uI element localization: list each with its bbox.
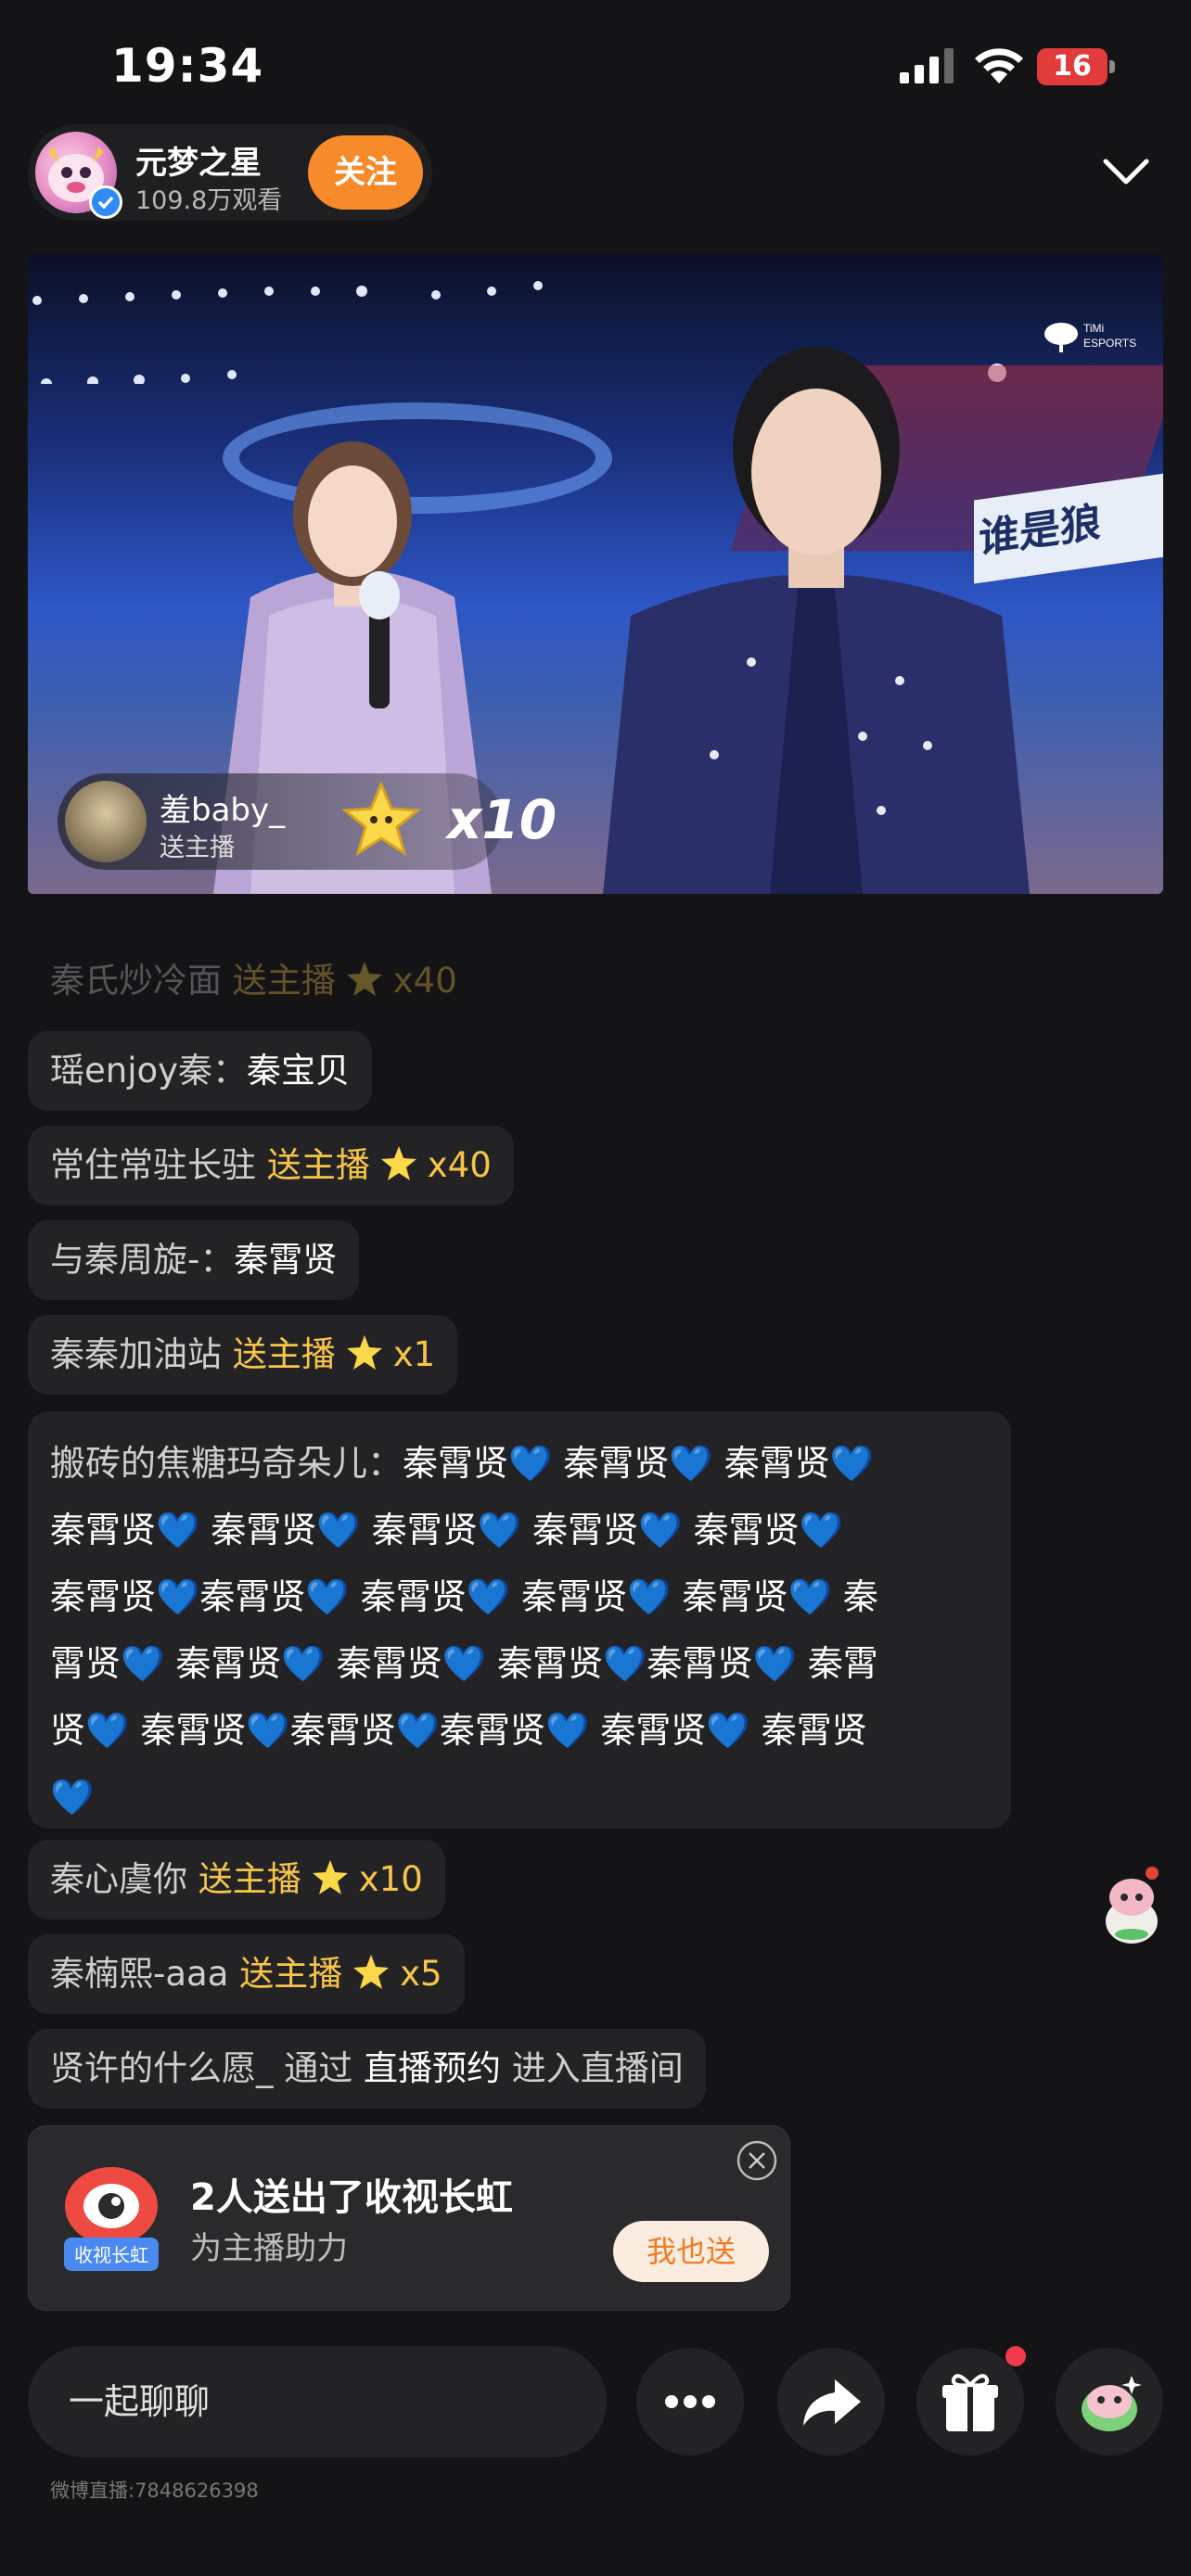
chat-message[interactable]: 秦心虞你 送主播 x10 xyxy=(28,1840,445,1919)
gift-sender-avatar[interactable] xyxy=(65,781,147,862)
chat-gift-count: x40 xyxy=(392,961,457,1001)
chat-user[interactable]: 秦楠熙-aaa xyxy=(50,1954,228,1994)
wifi-icon xyxy=(975,48,1023,83)
more-button[interactable] xyxy=(636,2348,744,2455)
chat-gift-action: 送主播 xyxy=(266,1145,370,1185)
chat-user[interactable]: 常住常驻长驻 xyxy=(50,1145,256,1185)
chat-content: 秦宝贝 xyxy=(247,1051,351,1090)
chat-gift-count: x10 xyxy=(358,1859,423,1899)
chat-input[interactable]: 一起聊聊 xyxy=(28,2346,607,2457)
chat-gift-count: x5 xyxy=(400,1954,442,1994)
chevron-down-icon[interactable] xyxy=(1100,152,1152,189)
more-icon xyxy=(665,2395,715,2408)
chat-message-entry[interactable]: 贤许的什么愿_ 通过 直播预约 进入直播间 xyxy=(28,2029,706,2109)
live-header: 元梦之星 109.8万观看 关注 xyxy=(0,121,1191,232)
battery-indicator: 16 xyxy=(1037,48,1115,85)
chat-user: 秦氏炒冷面 xyxy=(50,961,222,1001)
gift-icon xyxy=(942,2374,998,2431)
gift-shouhsichanghong-icon: 收视长虹 xyxy=(51,2160,172,2280)
chat-gift-action: 送主播 xyxy=(232,1334,336,1374)
gift-sender-action: 送主播 xyxy=(160,834,235,862)
verified-icon xyxy=(89,185,122,219)
brand-logo: TiMi ESPORTS xyxy=(1043,312,1145,358)
chat-user[interactable]: 瑶enjoy秦： xyxy=(50,1051,247,1090)
chat-entry-suffix: 进入直播间 xyxy=(511,2048,684,2088)
send-too-button[interactable]: 我也送 xyxy=(613,2221,769,2282)
svg-text:ESPORTS: ESPORTS xyxy=(1083,337,1136,350)
notification-dot xyxy=(1005,2346,1026,2366)
viewer-count: 109.8万观看 xyxy=(135,186,283,215)
chat-message[interactable]: 常住常驻长驻 送主播 x40 xyxy=(28,1126,514,1205)
chat-entry-source: 直播预约 xyxy=(364,2048,502,2088)
chat-gift-action: 送主播 xyxy=(198,1859,301,1899)
chat-gift-action: 送主播 xyxy=(239,1954,343,1994)
gift-button[interactable] xyxy=(916,2348,1024,2455)
share-icon xyxy=(803,2379,861,2426)
promo-subtitle: 为主播助力 xyxy=(190,2230,348,2267)
chat-user[interactable]: 与秦周旋-： xyxy=(50,1240,234,1280)
battery-level: 16 xyxy=(1053,50,1092,83)
gift-promo-card[interactable]: 收视长虹 2人送出了收视长虹 为主播助力 我也送 xyxy=(28,2125,790,2311)
chat-gift-count: x40 xyxy=(427,1145,492,1185)
gift-count: x10 xyxy=(447,788,557,851)
host-male xyxy=(603,347,1030,894)
chat-user[interactable]: 秦秦加油站 xyxy=(50,1334,222,1374)
chat-entry-via: 通过 xyxy=(284,2048,353,2088)
promo-title: 2人送出了收视长虹 xyxy=(190,2176,513,2219)
chat-gift-count: x1 xyxy=(392,1334,436,1374)
gift-icon-label: 收视长虹 xyxy=(74,2244,148,2266)
chat-content-line: 💙 xyxy=(50,1777,95,1817)
star-gift-icon xyxy=(346,962,382,996)
chat-content-line: 贤💙 秦霄贤💙秦霄贤💙秦霄贤💙 秦霄贤💙 秦霄贤 xyxy=(50,1710,867,1751)
star-gift-icon xyxy=(312,1860,348,1894)
star-gift-icon xyxy=(341,781,421,857)
mascot-icon[interactable] xyxy=(1095,1860,1169,1953)
chat-message[interactable]: 与秦周旋-：秦霄贤 xyxy=(28,1220,360,1300)
room-id: 微博直播:7848626398 xyxy=(50,2480,259,2502)
streamer-info[interactable]: 元梦之星 109.8万观看 关注 xyxy=(28,124,432,221)
close-icon[interactable] xyxy=(736,2139,778,2182)
chat-user[interactable]: 贤许的什么愿_ xyxy=(50,2048,274,2088)
chat-user[interactable]: 秦心虞你 xyxy=(50,1859,187,1899)
streamer-name: 元梦之星 xyxy=(135,145,262,182)
chat-content-line: 秦霄贤💙秦霄贤💙 秦霄贤💙 秦霄贤💙 秦霄贤💙 秦 xyxy=(50,1576,878,1617)
status-bar: 19:34 16 xyxy=(0,0,1191,130)
star-gift-icon xyxy=(346,1335,382,1370)
chat-message[interactable]: 秦秦加油站 送主播 x1 xyxy=(28,1315,458,1395)
chat-message[interactable]: 秦楠熙-aaa 送主播 x5 xyxy=(28,1934,465,2014)
chat-content: 秦霄贤 xyxy=(234,1240,338,1280)
chat-content-line: 秦霄贤💙 秦霄贤💙 秦霄贤💙 xyxy=(403,1443,875,1484)
chat-content-line: 霄贤💙 秦霄贤💙 秦霄贤💙 秦霄贤💙秦霄贤💙 秦霄 xyxy=(50,1643,878,1684)
chat-user[interactable]: 搬砖的焦糖玛奇朵儿： xyxy=(50,1443,403,1484)
gift-banner: 羞baby_ 送主播 x10 xyxy=(58,773,557,870)
chat-gift-action: 送主播 xyxy=(232,961,336,1001)
signal-icon xyxy=(900,48,954,83)
chat-message[interactable]: 瑶enjoy秦：秦宝贝 xyxy=(28,1031,373,1111)
share-button[interactable] xyxy=(777,2348,885,2455)
mascot-button[interactable] xyxy=(1056,2348,1163,2455)
chat-message-long[interactable]: 搬砖的焦糖玛奇朵儿：秦霄贤💙 秦霄贤💙 秦霄贤💙 秦霄贤💙 秦霄贤💙 秦霄贤💙 … xyxy=(28,1411,1011,1829)
gift-sender-name: 羞baby_ xyxy=(160,792,286,829)
svg-text:TiMi: TiMi xyxy=(1083,322,1104,335)
live-video[interactable]: 谁是狼 TiMi ESPORTS 羞baby_ 送主播 x10 xyxy=(28,254,1163,894)
status-time: 19:34 xyxy=(111,39,264,93)
star-gift-icon xyxy=(380,1146,416,1180)
follow-button[interactable]: 关注 xyxy=(308,135,423,210)
mascot-icon xyxy=(1082,2376,1142,2431)
star-gift-icon xyxy=(353,1955,390,1989)
chat-message-faded: 秦氏炒冷面 送主播 x40 xyxy=(28,941,480,1021)
chat-content-line: 秦霄贤💙 秦霄贤💙 秦霄贤💙 秦霄贤💙 秦霄贤💙 xyxy=(50,1510,843,1550)
